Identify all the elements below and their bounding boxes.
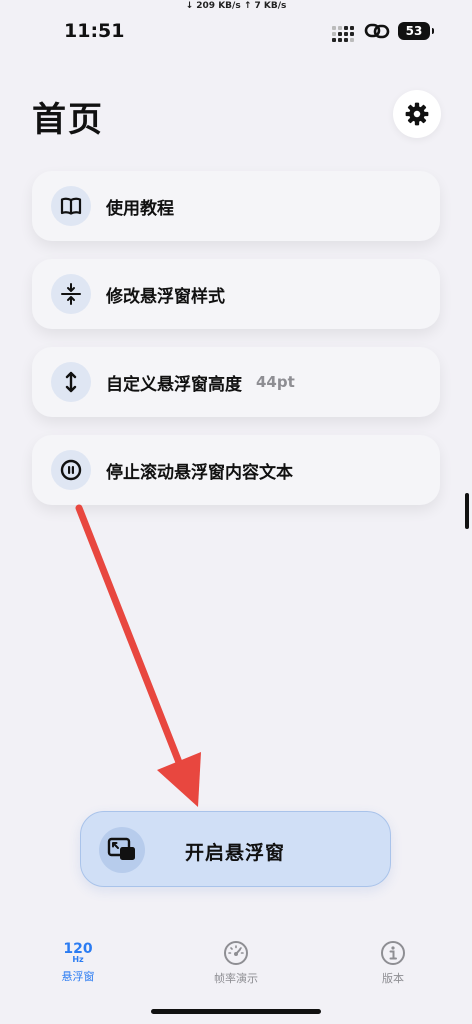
network-speed-indicator: ↓ 209 KB/s ↑ 7 KB/s	[185, 1, 287, 11]
refresh-rate-icon: 120 Hz	[63, 941, 93, 964]
info-icon	[381, 941, 405, 965]
page-title: 首页	[32, 100, 104, 140]
menu-item-custom-height[interactable]: 自定义悬浮窗高度 44pt	[32, 347, 440, 417]
speedometer-icon	[224, 941, 248, 965]
tab-label: 版本	[382, 972, 404, 985]
hotspot-link-icon	[364, 23, 390, 39]
gear-icon	[405, 102, 429, 126]
pause-icon	[60, 459, 82, 481]
start-floating-window-button[interactable]: 开启悬浮窗	[80, 811, 391, 887]
menu-item-label: 停止滚动悬浮窗内容文本	[106, 462, 293, 483]
status-bar: 11:51 53	[0, 18, 472, 48]
status-time: 11:51	[64, 20, 125, 42]
tab-bar: 120 Hz 悬浮窗 帧率演示 版本	[0, 938, 472, 998]
menu-item-modify-style[interactable]: 修改悬浮窗样式	[32, 259, 440, 329]
home-indicator	[151, 1009, 321, 1014]
cellular-signal-icon	[332, 26, 354, 42]
tab-label: 帧率演示	[214, 972, 258, 985]
picture-in-picture-icon	[107, 837, 135, 860]
menu-item-stop-scrolling[interactable]: 停止滚动悬浮窗内容文本	[32, 435, 440, 505]
tab-frame-rate-demo[interactable]: 帧率演示	[186, 938, 286, 986]
tab-version[interactable]: 版本	[343, 938, 443, 986]
start-button-label: 开启悬浮窗	[185, 842, 286, 864]
menu-item-label: 修改悬浮窗样式	[106, 286, 225, 307]
menu-item-label: 使用教程	[106, 198, 174, 219]
book-icon	[60, 197, 82, 215]
compress-icon	[61, 283, 81, 305]
settings-button[interactable]	[393, 90, 441, 138]
tab-floating-window[interactable]: 120 Hz 悬浮窗	[28, 938, 128, 984]
menu-item-tutorial[interactable]: 使用教程	[32, 171, 440, 241]
vertical-arrows-icon	[65, 371, 77, 393]
scroll-indicator	[465, 493, 469, 529]
height-value: 44pt	[256, 373, 295, 391]
menu-item-label: 自定义悬浮窗高度	[106, 374, 242, 395]
battery-indicator: 53	[398, 22, 434, 40]
tab-label: 悬浮窗	[61, 970, 95, 983]
